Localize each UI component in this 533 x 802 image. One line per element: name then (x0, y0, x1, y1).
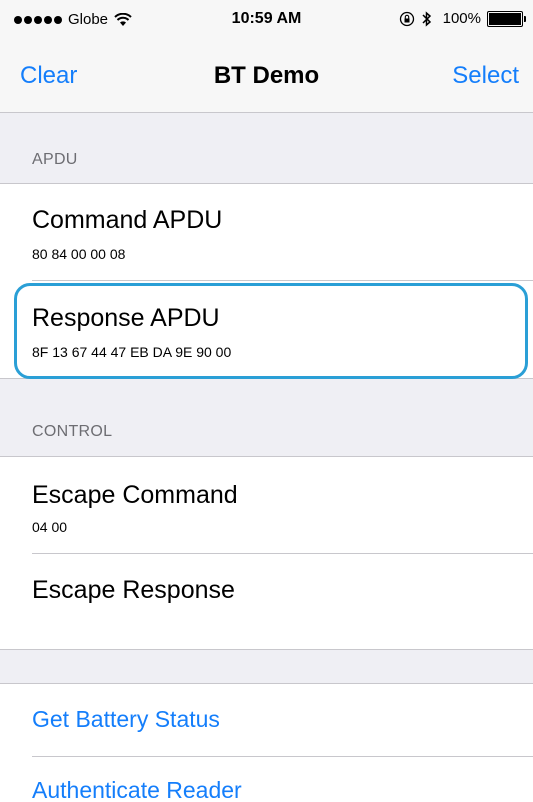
response-apdu-title: Response APDU (32, 304, 220, 332)
section-header-apdu: APDU (32, 151, 78, 168)
authenticate-reader-label: Authenticate Reader (32, 777, 242, 802)
actions-group: Get Battery Status Authenticate Reader (0, 683, 533, 802)
escape-command-value: 04 00 (32, 519, 68, 535)
battery-percent: 100% (442, 10, 481, 27)
select-button[interactable]: Select (452, 62, 519, 90)
command-apdu-title: Command APDU (32, 206, 223, 234)
escape-response-title: Escape Response (32, 576, 235, 604)
response-apdu-cell[interactable]: Response APDU 8F 13 67 44 47 EB DA 9E 90… (0, 281, 533, 377)
status-bar: Globe 10:59 AM 100% (0, 0, 533, 40)
authenticate-reader-cell[interactable]: Authenticate Reader (0, 757, 533, 802)
battery-icon (487, 10, 526, 27)
escape-command-title: Escape Command (32, 481, 238, 509)
navigation-bar: Clear BT Demo Select (0, 40, 533, 113)
app-screen: Globe 10:59 AM 100% Clear BT Demo Select… (0, 0, 533, 802)
get-battery-status-cell[interactable]: Get Battery Status (0, 684, 533, 756)
command-apdu-value: 80 84 00 00 08 (32, 246, 126, 262)
status-right: 100% (399, 10, 526, 27)
bluetooth-icon (421, 10, 437, 27)
response-apdu-value: 8F 13 67 44 47 EB DA 9E 90 00 (32, 344, 232, 360)
control-group: Escape Command 04 00 Escape Response (0, 456, 533, 650)
section-header-control: CONTROL (32, 423, 113, 440)
escape-command-cell[interactable]: Escape Command 04 00 (0, 457, 533, 553)
apdu-group: Command APDU 80 84 00 00 08 Response APD… (0, 183, 533, 379)
escape-response-cell[interactable]: Escape Response (0, 554, 533, 649)
orientation-lock-icon (399, 11, 415, 27)
get-battery-status-label: Get Battery Status (32, 706, 220, 732)
command-apdu-cell[interactable]: Command APDU 80 84 00 00 08 (0, 184, 533, 280)
